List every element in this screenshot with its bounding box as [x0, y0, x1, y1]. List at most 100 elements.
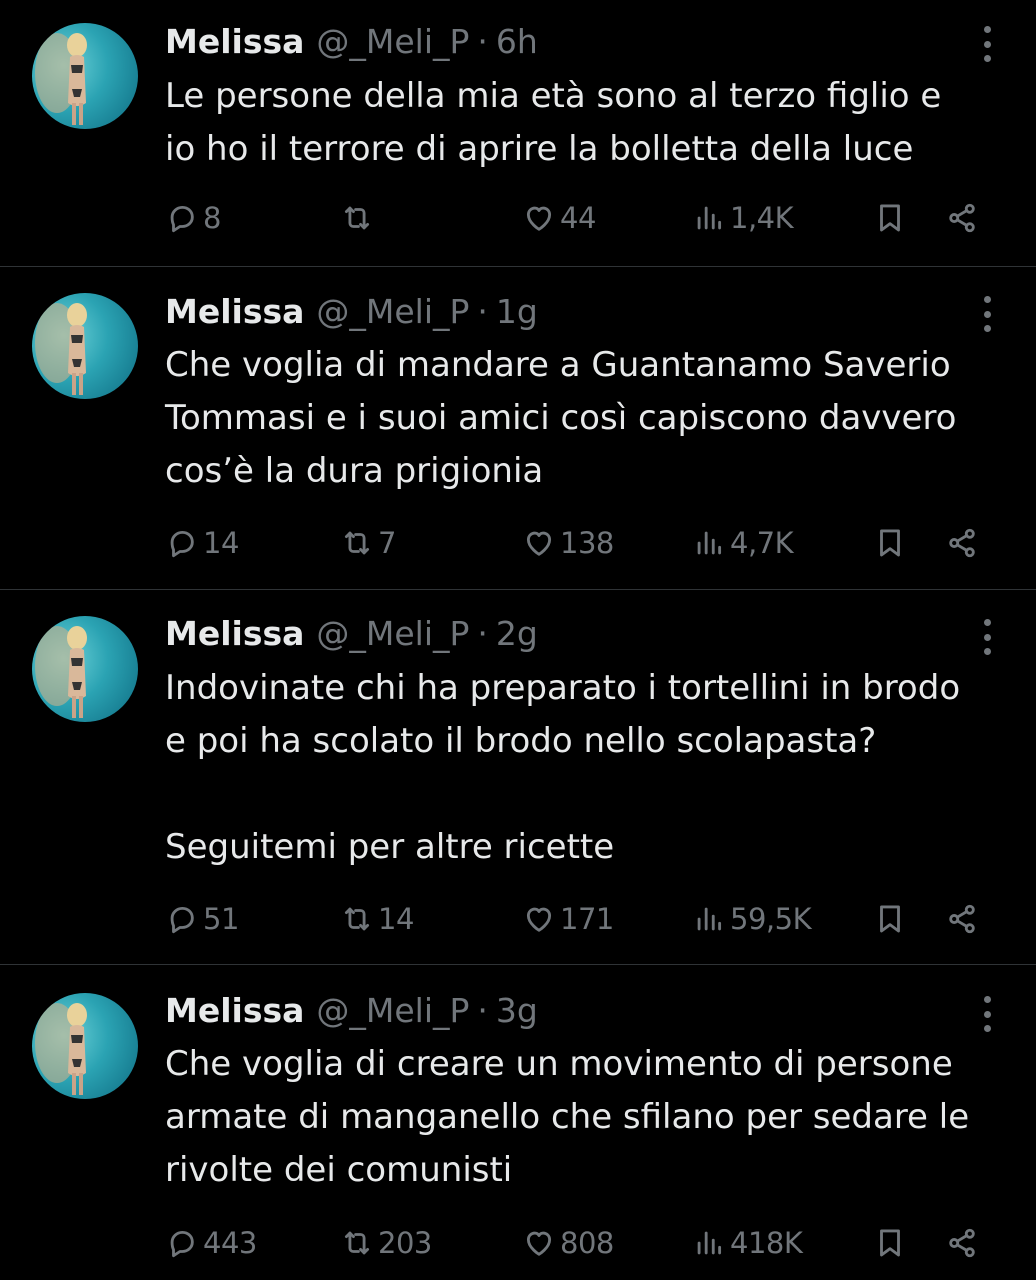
- author-handle[interactable]: @_Meli_P: [316, 292, 469, 332]
- like-count: 808: [560, 1226, 614, 1260]
- author-handle[interactable]: @_Meli_P: [316, 22, 469, 62]
- tweet-text: Che voglia di mandare a Guantanamo Saver…: [165, 345, 957, 491]
- tweet-actions: 443 203 808 418K: [165, 1223, 995, 1263]
- views-button[interactable]: 1,4K: [692, 198, 794, 238]
- bookmark-button[interactable]: [873, 1223, 907, 1263]
- views-button[interactable]: 418K: [692, 1223, 803, 1263]
- bookmark-icon: [880, 905, 900, 933]
- reply-icon: [170, 205, 194, 233]
- reply-count: 14: [203, 526, 239, 560]
- avatar[interactable]: [32, 293, 138, 399]
- reply-count: 443: [203, 1226, 257, 1260]
- tweet-header: Melissa @_Meli_P · 3g: [165, 991, 538, 1031]
- author-name[interactable]: Melissa: [165, 292, 304, 332]
- retweet-icon: [344, 206, 370, 230]
- retweet-button[interactable]: 14: [340, 899, 414, 939]
- reply-count: 51: [203, 902, 239, 936]
- reply-button[interactable]: 14: [165, 523, 239, 563]
- reply-icon: [170, 530, 194, 558]
- share-icon: [949, 904, 975, 934]
- tweet-text: Che voglia di creare un movimento di per…: [165, 1044, 970, 1190]
- separator-dot: ·: [477, 991, 488, 1030]
- bookmark-button[interactable]: [873, 899, 907, 939]
- heart-icon: [526, 531, 552, 556]
- tweet-header: Melissa @_Meli_P · 2g: [165, 614, 538, 654]
- more-icon[interactable]: [982, 996, 992, 1032]
- separator-dot: ·: [477, 22, 488, 61]
- tweet-header: Melissa @_Meli_P · 1g: [165, 292, 538, 332]
- author-handle[interactable]: @_Meli_P: [316, 991, 469, 1031]
- views-count: 1,4K: [730, 201, 794, 235]
- views-button[interactable]: 4,7K: [692, 523, 794, 563]
- bookmark-icon: [880, 1229, 900, 1257]
- retweet-button[interactable]: 7: [340, 523, 396, 563]
- like-button[interactable]: 138: [522, 523, 614, 563]
- like-count: 138: [560, 526, 614, 560]
- tweet-time[interactable]: 2g: [496, 614, 538, 654]
- like-count: 44: [560, 201, 596, 235]
- views-icon: [697, 531, 722, 555]
- tweet-header: Melissa @_Meli_P · 6h: [165, 22, 538, 62]
- reply-icon: [170, 906, 194, 934]
- more-icon[interactable]: [982, 619, 992, 655]
- like-count: 171: [560, 902, 614, 936]
- tweet-time[interactable]: 6h: [496, 22, 538, 62]
- retweet-icon: [344, 531, 370, 555]
- more-icon[interactable]: [982, 26, 992, 62]
- share-button[interactable]: [945, 1223, 979, 1263]
- share-button[interactable]: [945, 198, 979, 238]
- separator-dot: ·: [477, 292, 488, 331]
- retweet-icon: [344, 907, 370, 931]
- retweet-count: 14: [378, 902, 414, 936]
- share-icon: [949, 1228, 975, 1258]
- reply-button[interactable]: 8: [165, 198, 221, 238]
- avatar[interactable]: [32, 23, 138, 129]
- retweet-button[interactable]: 203: [340, 1223, 432, 1263]
- reply-button[interactable]: 51: [165, 899, 239, 939]
- tweet-text: Indovinate chi ha preparato i tortellini…: [165, 668, 961, 867]
- retweet-count: 7: [378, 526, 396, 560]
- timeline-feed: Melissa @_Meli_P · 6h Le persone della m…: [0, 0, 1036, 1280]
- author-name[interactable]: Melissa: [165, 614, 304, 654]
- tweet-time[interactable]: 3g: [496, 991, 538, 1031]
- reply-button[interactable]: 443: [165, 1223, 257, 1263]
- like-button[interactable]: 171: [522, 899, 614, 939]
- views-icon: [697, 907, 722, 931]
- retweet-icon: [344, 1231, 370, 1255]
- tweet-actions: 14 7 138 4,7K: [165, 523, 995, 563]
- views-count: 418K: [730, 1226, 803, 1260]
- bookmark-button[interactable]: [873, 198, 907, 238]
- retweet-button[interactable]: [340, 198, 378, 238]
- tweet-time[interactable]: 1g: [496, 292, 538, 332]
- avatar[interactable]: [32, 616, 138, 722]
- share-button[interactable]: [945, 523, 979, 563]
- separator-dot: ·: [477, 614, 488, 653]
- share-icon: [949, 528, 975, 558]
- views-count: 4,7K: [730, 526, 794, 560]
- avatar[interactable]: [32, 993, 138, 1099]
- author-name[interactable]: Melissa: [165, 991, 304, 1031]
- tweet[interactable]: Melissa @_Meli_P · 3g Che voglia di crea…: [0, 965, 1036, 1280]
- views-count: 59,5K: [730, 902, 812, 936]
- bookmark-icon: [880, 204, 900, 232]
- author-name[interactable]: Melissa: [165, 22, 304, 62]
- share-button[interactable]: [945, 899, 979, 939]
- like-button[interactable]: 44: [522, 198, 596, 238]
- tweet[interactable]: Melissa @_Meli_P · 1g Che voglia di mand…: [0, 267, 1036, 589]
- views-button[interactable]: 59,5K: [692, 899, 812, 939]
- retweet-count: 203: [378, 1226, 432, 1260]
- views-icon: [697, 206, 722, 230]
- more-icon[interactable]: [982, 296, 992, 332]
- tweet[interactable]: Melissa @_Meli_P · 2g Indovinate chi ha …: [0, 590, 1036, 964]
- like-button[interactable]: 808: [522, 1223, 614, 1263]
- tweet-actions: 8 44 1,4K: [165, 198, 995, 238]
- tweet[interactable]: Melissa @_Meli_P · 6h Le persone della m…: [0, 0, 1036, 266]
- reply-icon: [170, 1230, 194, 1258]
- author-handle[interactable]: @_Meli_P: [316, 614, 469, 654]
- share-icon: [949, 203, 975, 233]
- tweet-text: Le persone della mia età sono al terzo f…: [165, 76, 942, 169]
- bookmark-button[interactable]: [873, 523, 907, 563]
- heart-icon: [526, 1231, 552, 1256]
- heart-icon: [526, 206, 552, 231]
- tweet-actions: 51 14 171 59,5K: [165, 899, 995, 939]
